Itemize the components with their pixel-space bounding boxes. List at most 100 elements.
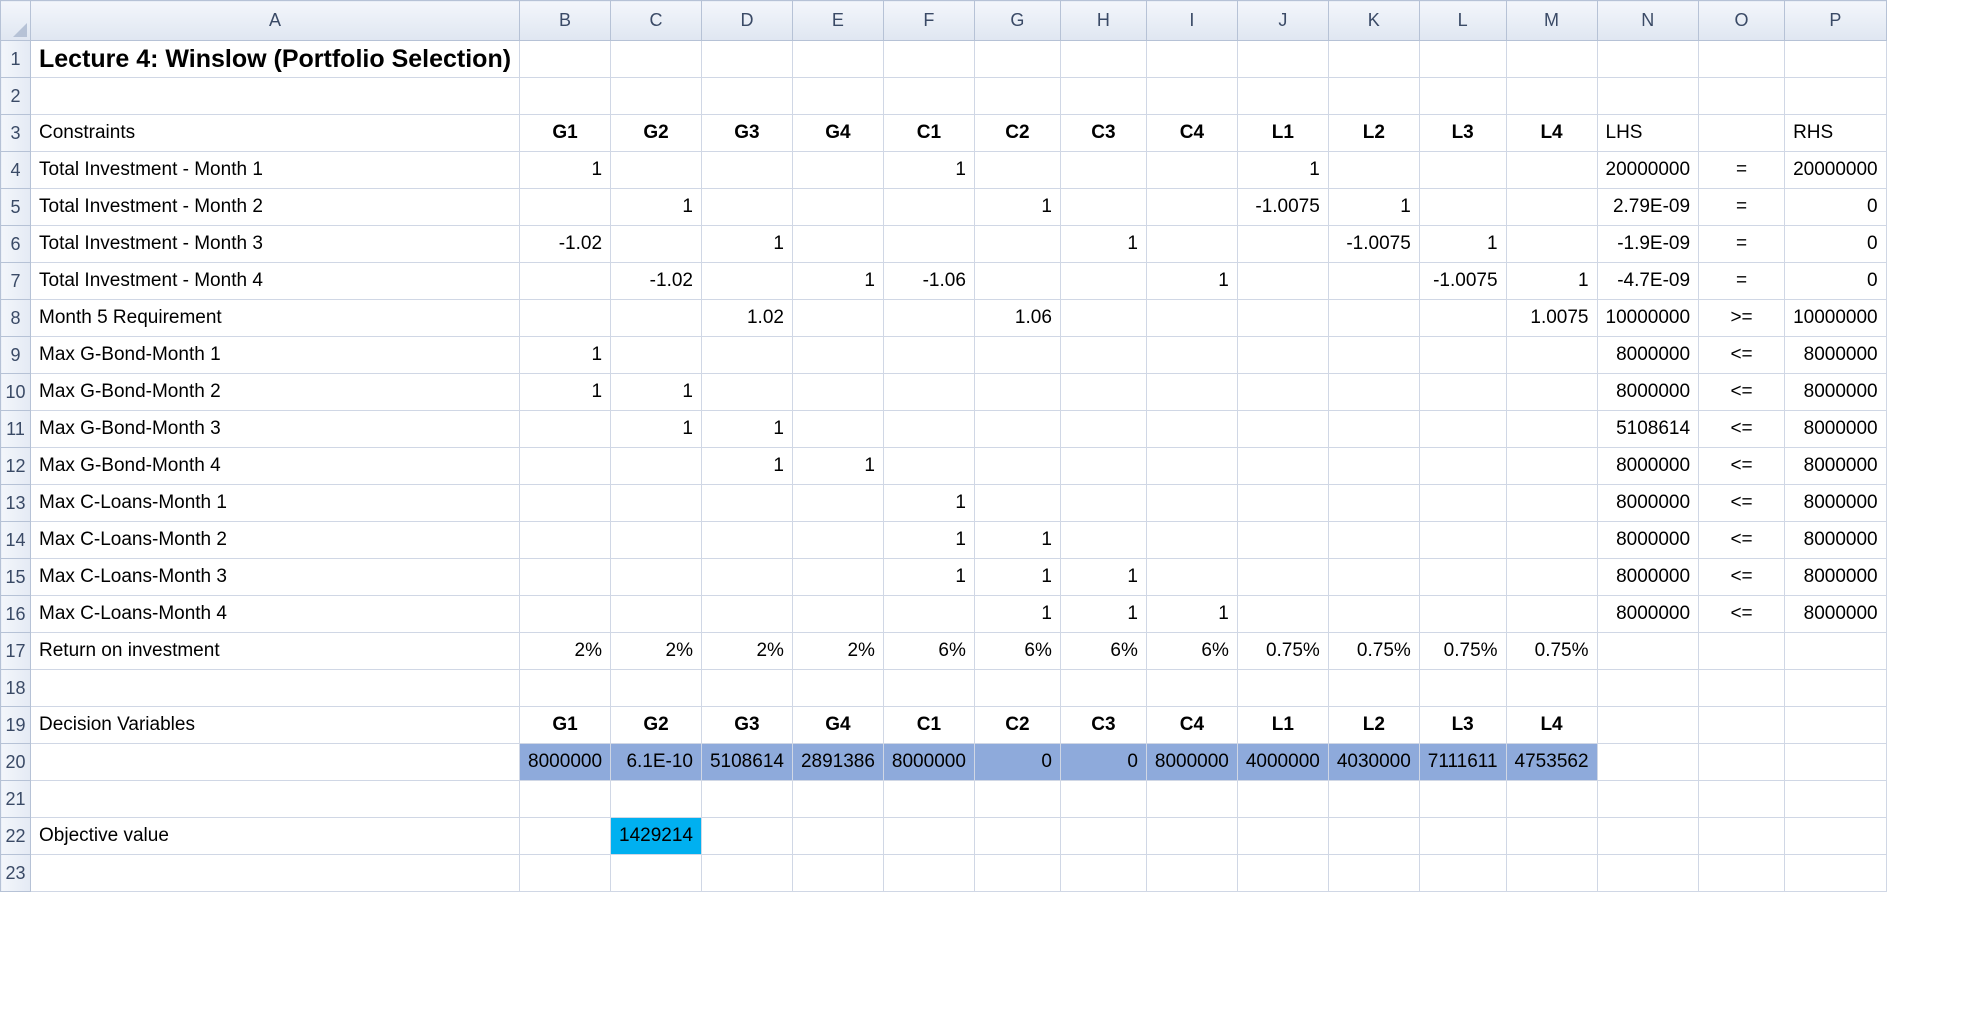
var-header-c3[interactable]: C3 [1059,114,1147,152]
coefficient-cell[interactable] [791,595,884,633]
coefficient-cell[interactable] [1236,262,1329,300]
cell[interactable] [1784,854,1887,892]
return-cell[interactable]: 2% [519,632,612,670]
cell[interactable] [610,780,702,818]
cell[interactable] [791,780,884,818]
cell[interactable] [791,40,884,78]
rhs-value[interactable]: 0 [1784,188,1887,226]
return-cell[interactable]: 2% [610,632,702,670]
lhs-value[interactable]: 8000000 [1596,484,1700,522]
coefficient-cell[interactable] [973,447,1061,485]
return-cell[interactable]: 0.75% [1327,632,1420,670]
coefficient-cell[interactable]: -1.02 [519,225,612,263]
cell[interactable] [882,40,975,78]
coefficient-cell[interactable] [1236,299,1329,337]
constraint-sign[interactable]: <= [1698,410,1786,448]
column-header-G[interactable]: G [973,0,1061,41]
cell[interactable] [1596,669,1700,707]
cell[interactable] [1418,40,1507,78]
decision-header-c1[interactable]: C1 [882,706,975,744]
cell[interactable] [519,780,612,818]
coefficient-cell[interactable] [1418,558,1507,596]
coefficient-cell[interactable] [610,225,702,263]
cell[interactable] [1418,77,1507,115]
coefficient-cell[interactable]: 1 [1418,225,1507,263]
cell[interactable] [1418,817,1507,855]
return-cell[interactable]: 0.75% [1236,632,1329,670]
return-cell[interactable]: 6% [882,632,975,670]
rhs-value[interactable]: 10000000 [1784,299,1887,337]
coefficient-cell[interactable] [610,521,702,559]
rhs-value[interactable]: 8000000 [1784,595,1887,633]
coefficient-cell[interactable]: 1 [973,188,1061,226]
coefficient-cell[interactable] [973,225,1061,263]
coefficient-cell[interactable] [610,299,702,337]
coefficient-cell[interactable]: 1.0075 [1505,299,1598,337]
var-header-c2[interactable]: C2 [973,114,1061,152]
cell[interactable] [1059,817,1147,855]
coefficient-cell[interactable] [1145,336,1238,374]
coefficient-cell[interactable] [1059,447,1147,485]
constraint-sign[interactable]: <= [1698,373,1786,411]
cell[interactable] [1059,40,1147,78]
coefficient-cell[interactable] [791,299,884,337]
decision-header-l1[interactable]: L1 [1236,706,1329,744]
coefficient-cell[interactable] [700,595,793,633]
cell[interactable] [1059,669,1147,707]
coefficient-cell[interactable]: -1.02 [610,262,702,300]
coefficient-cell[interactable] [973,484,1061,522]
coefficient-cell[interactable]: 1 [1236,151,1329,189]
lhs-value[interactable]: 8000000 [1596,558,1700,596]
cell[interactable] [791,669,884,707]
cell[interactable] [700,817,793,855]
cell[interactable] [1784,669,1887,707]
coefficient-cell[interactable] [1327,262,1420,300]
constraint-sign[interactable]: = [1698,262,1786,300]
cell[interactable] [1596,817,1700,855]
coefficient-cell[interactable]: -1.06 [882,262,975,300]
coefficient-cell[interactable] [1418,595,1507,633]
column-header-K[interactable]: K [1327,0,1420,41]
decision-header-g3[interactable]: G3 [700,706,793,744]
coefficient-cell[interactable] [1327,299,1420,337]
coefficient-cell[interactable] [973,336,1061,374]
cell[interactable] [700,77,793,115]
coefficient-cell[interactable] [1236,336,1329,374]
coefficient-cell[interactable]: 1 [610,410,702,448]
decision-value-cell[interactable]: 4000000 [1236,743,1329,781]
column-header-J[interactable]: J [1236,0,1329,41]
coefficient-cell[interactable] [700,262,793,300]
coefficient-cell[interactable] [519,447,612,485]
decision-value-cell[interactable]: 4753562 [1505,743,1598,781]
constraint-sign[interactable]: <= [1698,558,1786,596]
decision-value-cell[interactable]: 0 [973,743,1061,781]
row-header[interactable]: 17 [0,632,31,670]
cell[interactable] [1418,669,1507,707]
coefficient-cell[interactable] [1327,595,1420,633]
return-cell[interactable]: 6% [973,632,1061,670]
column-header-M[interactable]: M [1505,0,1598,41]
row-header[interactable]: 10 [0,373,31,411]
var-header-l1[interactable]: L1 [1236,114,1329,152]
cell[interactable] [1784,817,1887,855]
coefficient-cell[interactable] [610,336,702,374]
constraint-label[interactable]: Max C-Loans-Month 2 [29,521,521,559]
rhs-value[interactable]: 8000000 [1784,521,1887,559]
coefficient-cell[interactable] [1236,484,1329,522]
lhs-value[interactable]: 5108614 [1596,410,1700,448]
cell[interactable] [1784,780,1887,818]
coefficient-cell[interactable] [519,262,612,300]
decision-header-l2[interactable]: L2 [1327,706,1420,744]
coefficient-cell[interactable] [700,521,793,559]
constraint-label[interactable]: Max C-Loans-Month 4 [29,595,521,633]
coefficient-cell[interactable] [610,447,702,485]
cell[interactable] [1236,854,1329,892]
decision-value-cell[interactable]: 8000000 [882,743,975,781]
return-cell[interactable]: 6% [1145,632,1238,670]
coefficient-cell[interactable] [1327,558,1420,596]
cell[interactable] [519,77,612,115]
rhs-value[interactable]: 0 [1784,262,1887,300]
row-header[interactable]: 16 [0,595,31,633]
coefficient-cell[interactable] [610,151,702,189]
coefficient-cell[interactable] [1505,151,1598,189]
